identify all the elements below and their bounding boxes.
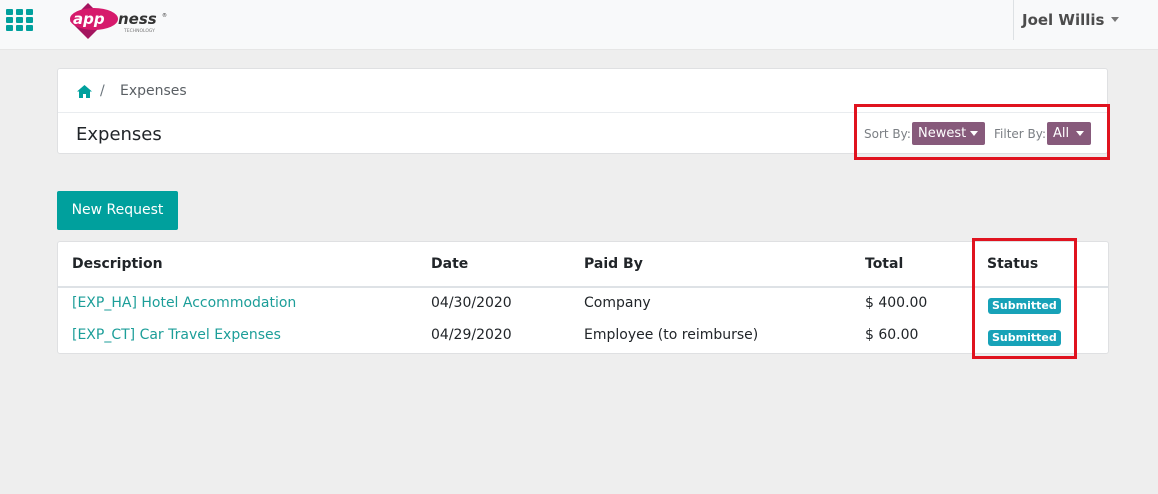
- breadcrumb-separator: /: [100, 83, 105, 99]
- expense-date: 04/30/2020: [431, 295, 512, 311]
- expense-paid-by: Employee (to reimburse): [584, 327, 759, 343]
- svg-text:app: app: [73, 10, 105, 28]
- apps-grid-icon[interactable]: [6, 9, 34, 31]
- breadcrumb-current: Expenses: [120, 83, 187, 99]
- user-menu-divider: [1013, 0, 1014, 40]
- highlight-box-status: [972, 238, 1077, 359]
- table-row[interactable]: [EXP_CT] Car Travel Expenses 04/29/2020 …: [58, 320, 1108, 352]
- user-name: Joel Willis: [1022, 11, 1105, 29]
- caret-down-icon: [1111, 17, 1120, 22]
- svg-text:®: ®: [162, 12, 167, 19]
- expense-date: 04/29/2020: [431, 327, 512, 343]
- appness-logo[interactable]: app ness ® TECHNOLOGY: [68, 1, 168, 43]
- svg-text:ness: ness: [118, 10, 157, 28]
- expenses-table: Description Date Paid By Total Status [E…: [57, 241, 1109, 354]
- page-title: Expenses: [76, 124, 162, 145]
- column-header-total[interactable]: Total: [865, 256, 903, 272]
- svg-text:TECHNOLOGY: TECHNOLOGY: [123, 28, 155, 34]
- column-header-description[interactable]: Description: [72, 256, 163, 272]
- table-header: Description Date Paid By Total Status: [58, 242, 1108, 288]
- expense-paid-by: Company: [584, 295, 651, 311]
- top-navbar: app ness ® TECHNOLOGY Joel Willis: [0, 0, 1158, 50]
- expense-description-link[interactable]: [EXP_HA] Hotel Accommodation: [72, 295, 296, 311]
- expense-total: $ 400.00: [865, 295, 928, 311]
- expense-description-link[interactable]: [EXP_CT] Car Travel Expenses: [72, 327, 281, 343]
- user-menu-dropdown[interactable]: Joel Willis: [1022, 11, 1120, 29]
- expense-total: $ 60.00: [865, 327, 919, 343]
- table-row[interactable]: [EXP_HA] Hotel Accommodation 04/30/2020 …: [58, 288, 1108, 320]
- new-request-button[interactable]: New Request: [57, 191, 178, 230]
- home-icon[interactable]: [77, 85, 92, 98]
- highlight-box-sort-filter: [854, 104, 1110, 160]
- column-header-paid-by[interactable]: Paid By: [584, 256, 643, 272]
- column-header-date[interactable]: Date: [431, 256, 468, 272]
